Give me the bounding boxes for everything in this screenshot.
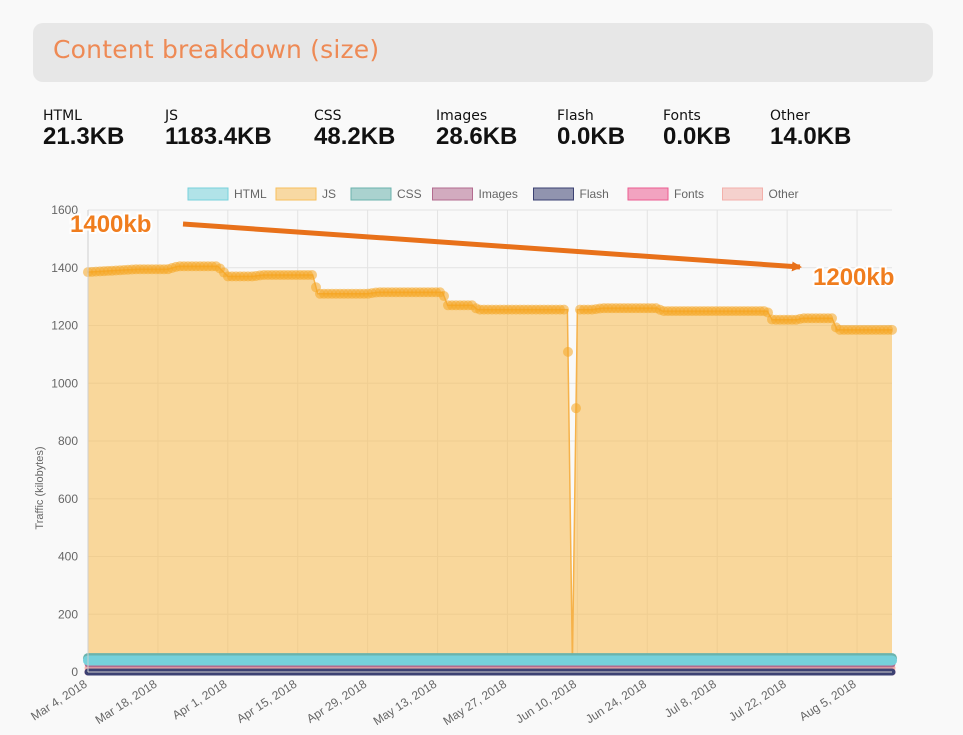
x-tick-label: Aug 5, 2018	[797, 677, 859, 724]
legend-label-other[interactable]: Other	[769, 187, 799, 201]
x-tick-label: Jun 24, 2018	[583, 677, 649, 727]
legend-swatch-html[interactable]	[187, 187, 229, 201]
legend-label-images[interactable]: Images	[479, 187, 518, 201]
legend-label-js[interactable]: JS	[322, 187, 336, 201]
chart-series	[83, 261, 897, 676]
legend-swatch-other[interactable]	[722, 187, 763, 201]
y-tick-label: 1400	[51, 261, 78, 275]
legend-swatch-flash[interactable]	[533, 187, 574, 201]
x-tick-label: Jun 10, 2018	[513, 677, 579, 727]
legend-label-fonts[interactable]: Fonts	[674, 187, 704, 201]
y-tick-label: 600	[58, 492, 78, 506]
js-point	[307, 269, 317, 280]
annotation-end: 1200kb	[813, 264, 894, 291]
y-tick-label: 0	[71, 665, 78, 679]
stat-value: 1183.4KB	[165, 123, 272, 150]
x-tick-label: Mar 4, 2018	[28, 677, 90, 724]
js-point	[571, 403, 581, 414]
x-tick-label: Jul 8, 2018	[662, 677, 719, 721]
chart-legend: HTML JS CSS Images Flash Fonts Other	[187, 187, 799, 201]
stat-value: 14.0KB	[770, 123, 852, 150]
x-tick-label: May 13, 2018	[371, 677, 440, 729]
stat-other: Other 14.0KB	[770, 107, 851, 149]
stat-flash: Flash 0.0KB	[557, 107, 625, 149]
stats-row: HTML 21.3KB JS 1183.4KB CSS 48.2KB Image…	[43, 107, 923, 157]
js-point	[563, 346, 573, 357]
stat-value: 0.0KB	[557, 123, 626, 150]
legend-swatch-js[interactable]	[275, 187, 317, 201]
stat-html: HTML 21.3KB	[43, 107, 124, 149]
annotation-start: 1400kb	[70, 211, 151, 238]
js-point	[827, 313, 837, 324]
x-tick-label: Jul 22, 2018	[726, 677, 789, 725]
stat-images: Images 28.6KB	[436, 107, 517, 149]
y-tick-label: 800	[58, 434, 78, 448]
annotation-arrow	[182, 221, 802, 272]
legend-swatch-fonts[interactable]	[627, 187, 669, 201]
series-area-js	[88, 266, 892, 672]
stat-value: 48.2KB	[314, 123, 396, 150]
stat-css: CSS 48.2KB	[314, 107, 395, 149]
legend-label-html[interactable]: HTML	[234, 187, 267, 201]
y-axis-label: Traffic (kilobytes)	[34, 446, 46, 529]
x-tick-label: Apr 29, 2018	[304, 677, 370, 726]
legend-swatch-css[interactable]	[350, 187, 392, 201]
traffic-area-chart: HTML JS CSS Images Flash Fonts Other 0 200 400 60…	[28, 187, 897, 729]
x-tick-label: May 27, 2018	[441, 677, 510, 729]
js-point	[887, 324, 897, 335]
legend-label-css[interactable]: CSS	[397, 187, 422, 201]
x-tick-label: Mar 18, 2018	[93, 677, 160, 727]
section-header: Content breakdown (size)	[33, 23, 933, 82]
legend-swatch-images[interactable]	[432, 187, 473, 201]
x-tick-label: Apr 1, 2018	[170, 677, 230, 723]
stat-value: 0.0KB	[663, 123, 732, 150]
stat-value: 21.3KB	[43, 123, 125, 150]
legend-label-flash[interactable]: Flash	[580, 187, 609, 201]
stat-fonts: Fonts 0.0KB	[663, 107, 731, 149]
stat-value: 28.6KB	[436, 123, 518, 150]
js-point	[439, 291, 449, 302]
trend-arrow	[182, 221, 802, 272]
y-tick-label: 400	[58, 550, 78, 564]
y-tick-label: 1200	[51, 319, 78, 333]
x-tick-label: Apr 15, 2018	[234, 677, 300, 726]
y-tick-label: 1000	[51, 376, 78, 390]
y-tick-label: 200	[58, 607, 78, 621]
stat-js: JS 1183.4KB	[165, 107, 272, 149]
section-title: Content breakdown (size)	[53, 35, 380, 64]
js-point	[559, 304, 569, 315]
